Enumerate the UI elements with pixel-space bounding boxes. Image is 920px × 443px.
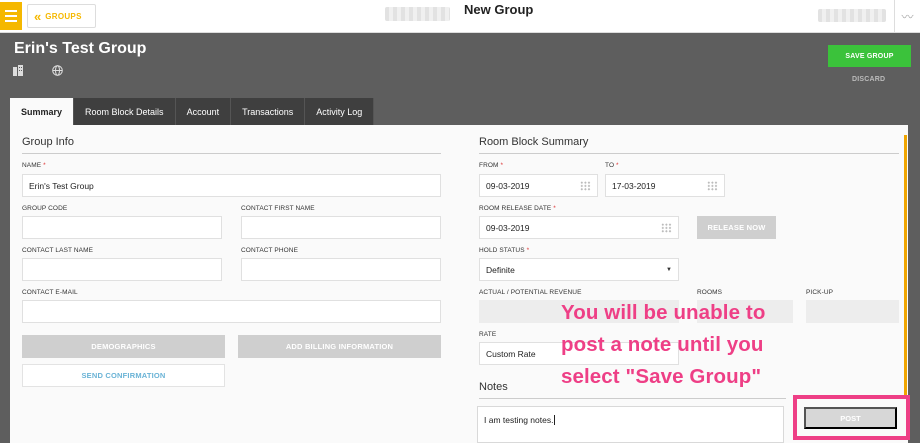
- globe-icon: [52, 65, 63, 79]
- group-code-field[interactable]: [22, 216, 222, 239]
- contact-phone-field[interactable]: [241, 258, 441, 281]
- annotation-callout: You will be unable to post a note until …: [561, 297, 765, 393]
- divider: [22, 153, 441, 154]
- tab-account[interactable]: Account: [175, 98, 232, 125]
- rate-label: RATE: [479, 331, 497, 338]
- top-bar: « GROUPS New Group 〰: [0, 0, 920, 33]
- contact-first-name-field[interactable]: [241, 216, 441, 239]
- discard-link[interactable]: DISCARD: [852, 76, 885, 83]
- room-release-date-field[interactable]: 09-03-2019: [479, 216, 679, 239]
- double-chevron-left-icon: «: [34, 8, 41, 24]
- pickup-field: [806, 300, 899, 323]
- demographics-button[interactable]: DEMOGRAPHICS: [22, 335, 225, 358]
- tab-transactions[interactable]: Transactions: [231, 98, 306, 125]
- contact-last-name-field[interactable]: [22, 258, 222, 281]
- notes-textarea[interactable]: I am testing notes.: [477, 406, 784, 443]
- contact-phone-label: CONTACT PHONE: [241, 247, 299, 254]
- contact-first-name-label: CONTACT FIRST NAME: [241, 205, 315, 212]
- divider: [479, 398, 786, 399]
- tab-summary[interactable]: Summary: [10, 98, 75, 125]
- group-info-title: Group Info: [22, 136, 74, 148]
- page-title: New Group: [464, 2, 534, 17]
- scrollbar[interactable]: [904, 135, 907, 395]
- blurred-user-name: [818, 9, 886, 22]
- groups-back-button[interactable]: « GROUPS: [27, 4, 96, 28]
- tab-room-block-details[interactable]: Room Block Details: [74, 98, 176, 125]
- summary-panel: [10, 125, 908, 443]
- calendar-icon[interactable]: [707, 181, 718, 191]
- divider: [479, 153, 899, 154]
- contact-email-field[interactable]: [22, 300, 441, 323]
- building-icon: [13, 65, 23, 79]
- hamburger-menu-icon[interactable]: [0, 2, 22, 30]
- calendar-icon[interactable]: [661, 223, 672, 233]
- tab-bar: Summary Room Block Details Account Trans…: [10, 98, 375, 125]
- calendar-icon[interactable]: [580, 181, 591, 191]
- send-confirmation-button[interactable]: SEND CONFIRMATION: [22, 364, 225, 387]
- groups-back-label: GROUPS: [45, 11, 82, 21]
- annotation-line: select "Save Group": [561, 365, 762, 388]
- rooms-label: ROOMS: [697, 289, 723, 296]
- caret-down-icon: ▼: [666, 266, 672, 273]
- from-date-field[interactable]: 09-03-2019: [479, 174, 598, 197]
- tab-activity-log[interactable]: Activity Log: [305, 98, 375, 125]
- group-name-heading: Erin's Test Group: [14, 40, 147, 57]
- activity-pulse-icon[interactable]: 〰: [894, 0, 920, 33]
- group-code-label: GROUP CODE: [22, 205, 68, 212]
- notes-title: Notes: [479, 381, 508, 393]
- pickup-label: PICK-UP: [806, 289, 834, 296]
- name-label: NAME *: [22, 162, 46, 169]
- contact-email-label: CONTACT E-MAIL: [22, 289, 78, 296]
- room-release-date-label: ROOM RELEASE DATE *: [479, 205, 556, 212]
- save-group-button[interactable]: SAVE GROUP: [828, 45, 911, 67]
- annotation-line: You will be unable to: [561, 301, 766, 324]
- release-now-button[interactable]: RELEASE NOW: [697, 216, 776, 239]
- revenue-label: ACTUAL / POTENTIAL REVENUE: [479, 289, 582, 296]
- post-note-button[interactable]: POST: [804, 407, 897, 429]
- room-block-summary-title: Room Block Summary: [479, 136, 589, 148]
- group-name-field[interactable]: Erin's Test Group: [22, 174, 441, 197]
- contact-last-name-label: CONTACT LAST NAME: [22, 247, 94, 254]
- from-label: FROM *: [479, 162, 504, 169]
- hold-status-select[interactable]: Definite ▼: [479, 258, 679, 281]
- add-billing-information-button[interactable]: ADD BILLING INFORMATION: [238, 335, 441, 358]
- annotation-line: post a note until you: [561, 333, 764, 356]
- blurred-property-name: [385, 7, 450, 21]
- to-label: TO *: [605, 162, 619, 169]
- to-date-field[interactable]: 17-03-2019: [605, 174, 725, 197]
- hold-status-label: HOLD STATUS *: [479, 247, 530, 254]
